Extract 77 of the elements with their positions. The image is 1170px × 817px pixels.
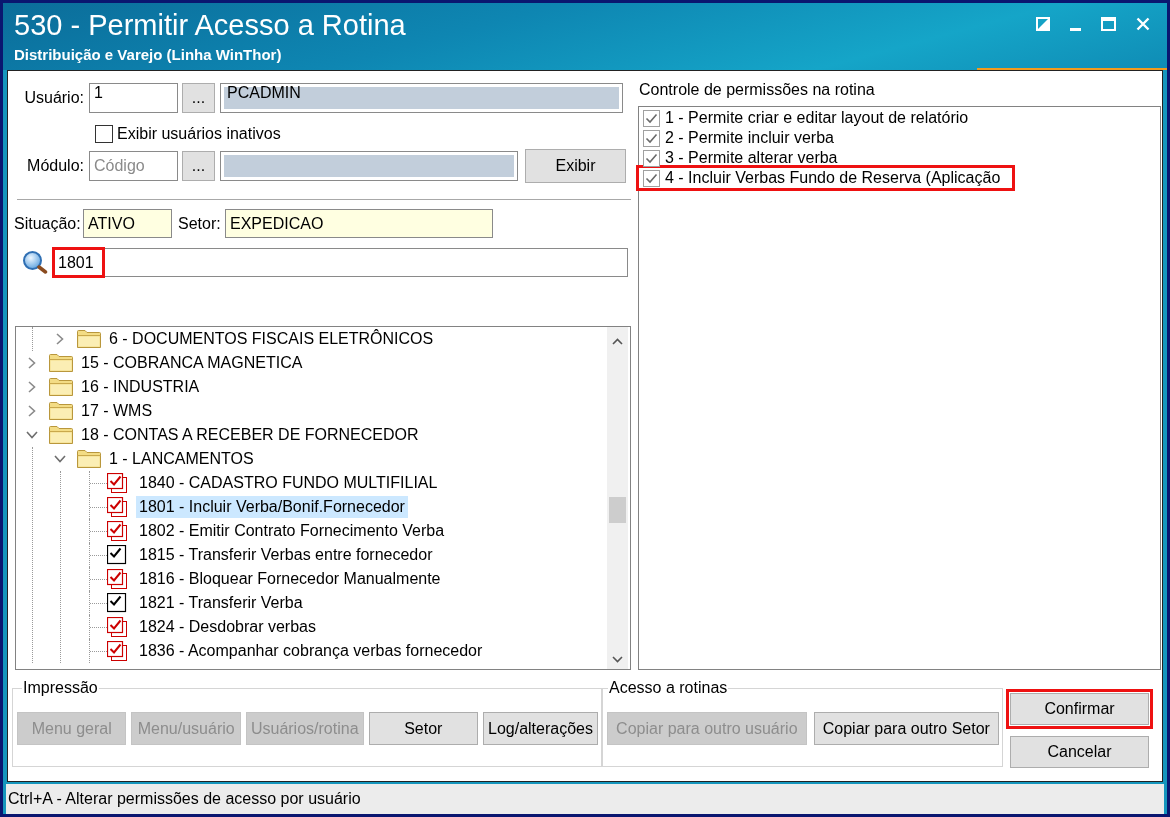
checkbox[interactable]: [107, 593, 127, 613]
folder-icon: [49, 353, 73, 373]
tree-item[interactable]: 6 - DOCUMENTOS FISCAIS ELETRÔNICOS: [106, 328, 437, 350]
tree-item[interactable]: 1801 - Incluir Verba/Bonif.Fornecedor: [136, 496, 408, 518]
tree-item[interactable]: 16 - INDUSTRIA: [78, 376, 203, 398]
scrollbar-thumb[interactable]: [609, 497, 626, 523]
field-label: Setor:: [178, 214, 222, 233]
checkbox[interactable]: [95, 124, 113, 143]
tree-item[interactable]: 1821 - Transferir Verba: [136, 592, 306, 614]
permission-label: 4 - Incluir Verbas Fundo de Reserva (Aplicação: [665, 169, 1001, 187]
checkbox[interactable]: [107, 617, 127, 637]
folder-icon: [49, 401, 73, 421]
report-button[interactable]: Log/alterações: [483, 712, 598, 745]
chevron-down-icon[interactable]: [54, 455, 66, 463]
permission-label: 3 - Permite alterar verba: [665, 149, 838, 167]
module-code-field[interactable]: Código: [89, 151, 178, 181]
chevron-right-icon[interactable]: [28, 381, 36, 393]
permission-label: 1 - Permite criar e editar layout de relatório: [665, 109, 969, 127]
window-title: 530 - Permitir Acesso a Rotina: [14, 8, 406, 43]
checkbox[interactable]: [643, 109, 660, 127]
chevron-down-icon[interactable]: [612, 656, 623, 663]
action-button[interactable]: Confirmar: [1010, 693, 1149, 725]
checkbox-label: Exibir usuários inativos: [117, 124, 281, 143]
tree-item[interactable]: 1 - LANCAMENTOS: [106, 448, 257, 470]
maximize-icon[interactable]: [1101, 17, 1116, 31]
tree-item[interactable]: 1824 - Desdobrar verbas: [136, 616, 319, 638]
search-field[interactable]: 1801: [52, 248, 628, 277]
tree-item[interactable]: 15 - COBRANCA MAGNETICA: [78, 352, 306, 374]
status-bar: Ctrl+A - Alterar permissões de acesso por usuário: [6, 784, 1164, 814]
tree-item[interactable]: 1836 - Acompanhar cobrança verbas fornecedor: [136, 640, 486, 662]
checkbox[interactable]: [107, 473, 127, 493]
tree-item[interactable]: 17 - WMS: [78, 400, 156, 422]
tree-item[interactable]: 1816 - Bloquear Fornecedor Manualmente: [136, 568, 444, 590]
panel-title: Controle de permissões na rotina: [639, 80, 875, 100]
permission-label: 2 - Permite incluir verba: [665, 129, 834, 147]
chevron-right-icon[interactable]: [28, 405, 36, 417]
checkbox[interactable]: [107, 545, 127, 565]
browse-button[interactable]: ...: [182, 151, 215, 181]
field-label: Módulo:: [26, 157, 84, 175]
checkbox[interactable]: [107, 521, 127, 541]
user-code-field[interactable]: 1: [89, 83, 178, 113]
tree-item[interactable]: 1840 - CADASTRO FUNDO MULTIFILIAL: [136, 472, 441, 494]
search-icon: [23, 251, 48, 274]
folder-icon: [77, 329, 101, 349]
checkbox[interactable]: [107, 641, 127, 661]
group-title: Impressão: [22, 679, 99, 697]
folder-icon: [49, 425, 73, 445]
contrast-icon[interactable]: [1036, 17, 1050, 31]
checkbox[interactable]: [643, 129, 660, 147]
folder-icon: [49, 377, 73, 397]
tree-item[interactable]: 1815 - Transferir Verbas entre fornecedor: [136, 544, 436, 566]
copy-button[interactable]: Copiar para outro Setor: [813, 712, 999, 745]
report-button[interactable]: Setor: [368, 712, 478, 745]
close-icon[interactable]: [1136, 17, 1150, 31]
module-name-field[interactable]: [220, 151, 518, 181]
tree-item[interactable]: 1802 - Emitir Contrato Fornecimento Verba: [136, 520, 448, 542]
user-name-field[interactable]: PCADMIN: [220, 83, 623, 113]
status-field[interactable]: ATIVO: [83, 209, 172, 238]
sector-field[interactable]: EXPEDICAO: [225, 209, 493, 238]
field-label: Situação:: [14, 214, 82, 233]
chevron-down-icon[interactable]: [26, 431, 38, 439]
checkbox[interactable]: [643, 149, 660, 167]
folder-icon: [77, 449, 101, 469]
checkbox[interactable]: [643, 169, 660, 187]
field-label: Usuário:: [23, 89, 84, 107]
checkbox[interactable]: [107, 569, 127, 589]
tree-item[interactable]: 18 - CONTAS A RECEBER DE FORNECEDOR: [78, 424, 422, 446]
search-value: 1801: [52, 247, 105, 278]
chevron-right-icon[interactable]: [56, 333, 64, 345]
chevron-up-icon[interactable]: [612, 338, 623, 345]
group-title: Acesso a rotinas: [608, 679, 729, 697]
checkbox[interactable]: [107, 497, 127, 517]
chevron-right-icon[interactable]: [28, 357, 36, 369]
browse-button[interactable]: ...: [182, 83, 215, 113]
show-button[interactable]: Exibir: [525, 149, 626, 183]
window-subtitle: Distribuição e Varejo (Linha WinThor): [14, 46, 283, 64]
action-button[interactable]: Cancelar: [1010, 736, 1149, 768]
